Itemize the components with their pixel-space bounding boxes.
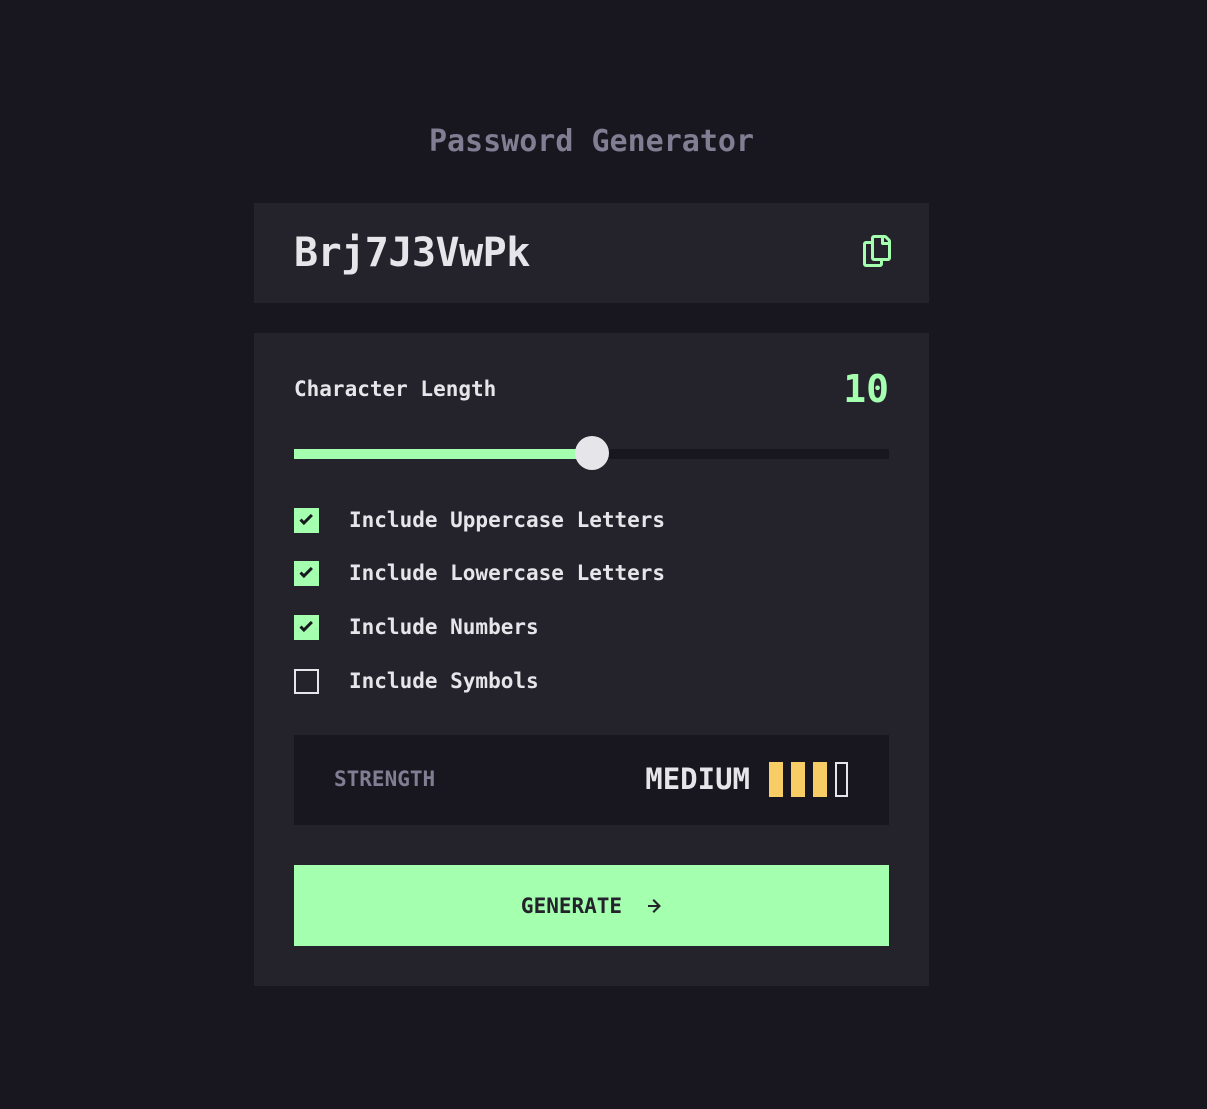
strength-bar <box>813 762 827 797</box>
password-display: Brj7J3VwPk <box>254 203 929 303</box>
strength-bar <box>769 762 783 797</box>
checkbox-symbols[interactable] <box>294 668 319 694</box>
character-length-value: 10 <box>843 367 889 411</box>
strength-label: STRENGTH <box>334 767 436 791</box>
option-label: Include Symbols <box>349 669 539 693</box>
checkbox-lowercase[interactable] <box>294 560 319 586</box>
password-text: Brj7J3VwPk <box>294 230 530 276</box>
copy-button[interactable] <box>863 235 891 267</box>
option-label: Include Numbers <box>349 615 539 639</box>
option-lowercase[interactable]: Include Lowercase Letters <box>294 558 665 588</box>
character-length-label: Character Length <box>294 377 497 401</box>
generator-panel: Character Length 10 Include Uppercase Le… <box>254 333 929 986</box>
checkmark-icon <box>299 514 313 526</box>
strength-value: MEDIUM <box>645 762 750 796</box>
copy-icon <box>863 235 891 267</box>
checkbox-uppercase[interactable] <box>294 507 319 533</box>
page-title: Password Generator <box>428 124 755 159</box>
checkbox-numbers[interactable] <box>294 614 319 640</box>
checkmark-icon <box>299 621 313 633</box>
slider-fill <box>294 449 592 459</box>
strength-meter: STRENGTH MEDIUM <box>294 735 889 825</box>
option-numbers[interactable]: Include Numbers <box>294 612 539 642</box>
checkmark-icon <box>299 567 313 579</box>
generate-button[interactable]: GENERATE <box>294 865 889 946</box>
option-symbols[interactable]: Include Symbols <box>294 666 539 696</box>
option-label: Include Uppercase Letters <box>349 508 666 532</box>
generate-label: GENERATE <box>520 893 623 918</box>
strength-bars <box>769 762 848 797</box>
slider-thumb[interactable] <box>574 436 609 470</box>
character-length-slider[interactable] <box>294 436 889 470</box>
option-uppercase[interactable]: Include Uppercase Letters <box>294 505 665 535</box>
strength-bar <box>791 762 805 797</box>
arrow-right-icon <box>648 898 662 913</box>
strength-bar <box>835 762 848 797</box>
option-label: Include Lowercase Letters <box>349 561 666 585</box>
